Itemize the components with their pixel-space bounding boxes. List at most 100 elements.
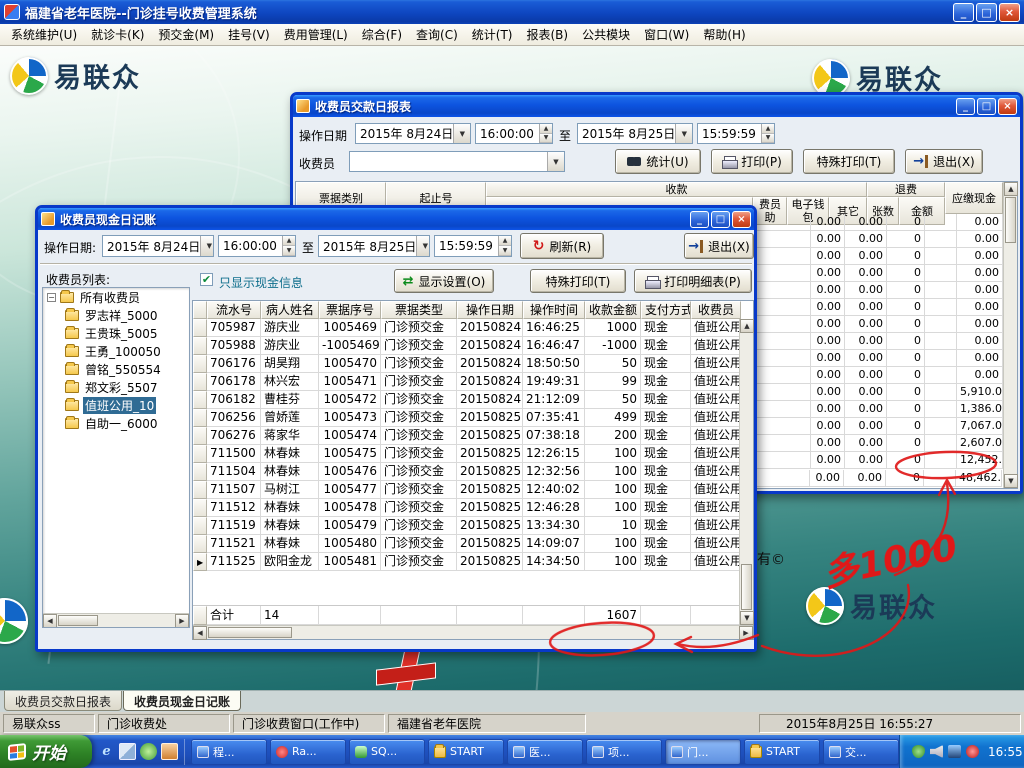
close-icon[interactable]: × bbox=[732, 210, 751, 228]
table-row[interactable]: 711519 林春妹 1005479 门诊预交金 20150825 13:34:30 10 现… bbox=[193, 517, 753, 535]
menu-item[interactable]: 就诊卡(K) bbox=[84, 24, 151, 45]
spin-up-icon[interactable]: ▲ bbox=[540, 124, 552, 134]
table-row[interactable]: 706276 蒋家华 1005474 门诊预交金 20150825 07:38:18 200… bbox=[193, 427, 753, 445]
stats-button[interactable]: 统计(U) bbox=[615, 149, 701, 174]
exit-button[interactable]: → 退出(X) bbox=[905, 149, 983, 174]
spin-down-icon[interactable]: ▼ bbox=[283, 246, 295, 256]
date-to-combo[interactable]: 2015年 8月25日 ▼ bbox=[577, 123, 693, 144]
time-from-spinner[interactable]: 16:00:00 ▲ ▼ bbox=[218, 235, 296, 257]
scrollbar-thumb[interactable] bbox=[58, 615, 98, 626]
taskbar-task[interactable]: 程... bbox=[191, 738, 267, 765]
row-selector[interactable] bbox=[193, 337, 207, 355]
scroll-right-icon[interactable]: ▶ bbox=[175, 614, 189, 627]
column-header[interactable]: 票据类型 bbox=[381, 301, 457, 319]
column-header[interactable]: 收费员 bbox=[691, 301, 741, 319]
table-row[interactable]: 705987 游庆业 1005469 门诊预交金 20150824 16:46:25 100… bbox=[193, 319, 753, 337]
report-window-title-bar[interactable]: 收费员交款日报表 _ □ × bbox=[293, 95, 1020, 117]
time-to-spinner[interactable]: 15:59:59 ▲ ▼ bbox=[434, 235, 512, 257]
scroll-right-icon[interactable]: ▶ bbox=[739, 626, 753, 640]
column-header[interactable]: 操作日期 bbox=[457, 301, 523, 319]
menu-item[interactable]: 统计(T) bbox=[465, 24, 520, 45]
print-detail-button[interactable]: 打印明细表(P) bbox=[634, 269, 752, 293]
tree-item[interactable]: 郑文彩_5507 bbox=[43, 378, 189, 396]
table-row[interactable]: 705988 游庆业 -1005469 门诊预交金 20150824 16:46:47 -1… bbox=[193, 337, 753, 355]
tray-shield-icon[interactable] bbox=[912, 745, 925, 758]
special-print-button[interactable]: 特殊打印(T) bbox=[530, 269, 626, 293]
table-row[interactable]: 706182 曹桂芬 1005472 门诊预交金 20150824 21:12:09 50 现… bbox=[193, 391, 753, 409]
menu-item[interactable]: 帮助(H) bbox=[696, 24, 752, 45]
tree-item[interactable]: 王勇_100050 bbox=[43, 342, 189, 360]
column-header[interactable]: 病人姓名 bbox=[261, 301, 319, 319]
row-selector[interactable] bbox=[193, 373, 207, 391]
table-row[interactable]: 706256 曾娇莲 1005473 门诊预交金 20150825 07:35:41 499… bbox=[193, 409, 753, 427]
row-selector[interactable] bbox=[193, 535, 207, 553]
date-to-combo[interactable]: 2015年 8月25日 ▼ bbox=[318, 235, 430, 257]
table-row[interactable]: 706178 林兴宏 1005471 门诊预交金 20150824 19:49:31 99 现… bbox=[193, 373, 753, 391]
taskbar-task[interactable]: 门... bbox=[665, 738, 741, 765]
minimize-icon[interactable]: _ bbox=[953, 2, 974, 22]
spin-up-icon[interactable]: ▲ bbox=[762, 124, 774, 134]
menu-item[interactable]: 报表(B) bbox=[519, 24, 575, 45]
refresh-button[interactable]: ↻ 刷新(R) bbox=[520, 233, 604, 259]
row-selector[interactable] bbox=[193, 391, 207, 409]
restore-icon[interactable]: □ bbox=[976, 2, 997, 22]
table-row[interactable]: ▶ 711525 欧阳金龙 1005481 门诊预交金 20150825 14:34:50 1… bbox=[193, 553, 753, 571]
maximize-icon[interactable]: □ bbox=[711, 210, 730, 228]
column-header[interactable]: 收款金额 bbox=[585, 301, 641, 319]
scroll-left-icon[interactable]: ◀ bbox=[193, 626, 207, 640]
table-row[interactable]: 711512 林春妹 1005478 门诊预交金 20150825 12:46:28 100… bbox=[193, 499, 753, 517]
close-icon[interactable]: × bbox=[999, 2, 1020, 22]
column-header-amount-due[interactable]: 应缴现金 bbox=[945, 182, 1003, 214]
network-icon[interactable] bbox=[948, 745, 961, 758]
row-selector[interactable] bbox=[193, 481, 207, 499]
taskbar-task[interactable]: 项... bbox=[586, 738, 662, 765]
scroll-down-icon[interactable]: ▼ bbox=[740, 611, 754, 625]
tree-root[interactable]: − 所有收费员 bbox=[43, 288, 189, 306]
row-selector[interactable] bbox=[193, 319, 207, 337]
spin-up-icon[interactable]: ▲ bbox=[499, 236, 511, 246]
table-row[interactable]: 711521 林春妹 1005480 门诊预交金 20150825 14:09:07 100… bbox=[193, 535, 753, 553]
quick-launch-icon[interactable] bbox=[140, 743, 157, 760]
table-horizontal-scrollbar[interactable]: ◀ ▶ bbox=[193, 625, 753, 640]
menu-item[interactable]: 挂号(V) bbox=[221, 24, 277, 45]
table-vertical-scrollbar[interactable]: ▲ ▼ bbox=[739, 319, 754, 625]
collapse-icon[interactable]: − bbox=[47, 292, 56, 302]
menu-item[interactable]: 窗口(W) bbox=[637, 24, 696, 45]
column-header[interactable]: 支付方式 bbox=[641, 301, 691, 319]
taskbar-task[interactable]: SQ... bbox=[349, 738, 425, 765]
scroll-down-icon[interactable]: ▼ bbox=[1004, 474, 1018, 488]
taskbar-task[interactable]: START bbox=[428, 738, 504, 765]
clock[interactable]: 16:55 bbox=[988, 745, 1023, 759]
bottom-tab[interactable]: 收费员交款日报表 bbox=[4, 691, 123, 711]
table-row[interactable]: 706176 胡昊翔 1005470 门诊预交金 20150824 18:50:50 50 现… bbox=[193, 355, 753, 373]
chevron-down-icon[interactable]: ▼ bbox=[453, 124, 470, 143]
row-selector[interactable] bbox=[193, 463, 207, 481]
taskbar-task[interactable]: 医... bbox=[507, 738, 583, 765]
minimize-icon[interactable]: _ bbox=[956, 97, 975, 115]
date-from-combo[interactable]: 2015年 8月24日 ▼ bbox=[102, 235, 214, 257]
row-selector[interactable] bbox=[193, 499, 207, 517]
chevron-down-icon[interactable]: ▼ bbox=[200, 236, 213, 256]
column-header[interactable]: 操作时间 bbox=[523, 301, 585, 319]
print-button[interactable]: 打印(P) bbox=[711, 149, 793, 174]
column-header[interactable]: 流水号 bbox=[207, 301, 261, 319]
spin-down-icon[interactable]: ▼ bbox=[540, 133, 552, 143]
chevron-down-icon[interactable]: ▼ bbox=[547, 152, 564, 171]
spin-down-icon[interactable]: ▼ bbox=[499, 246, 511, 256]
time-from-spinner[interactable]: 16:00:00 ▲ ▼ bbox=[475, 123, 553, 144]
tree-item[interactable]: 值班公用_10 bbox=[43, 396, 189, 414]
menu-item[interactable]: 费用管理(L) bbox=[277, 24, 355, 45]
volume-icon[interactable] bbox=[930, 745, 943, 758]
menu-item[interactable]: 公共模块 bbox=[575, 24, 637, 45]
cash-only-checkbox[interactable]: ✔ bbox=[200, 273, 213, 286]
taskbar-task[interactable]: 交... bbox=[823, 738, 899, 765]
date-from-combo[interactable]: 2015年 8月24日 ▼ bbox=[355, 123, 471, 144]
spin-down-icon[interactable]: ▼ bbox=[762, 133, 774, 143]
scrollbar-thumb[interactable] bbox=[741, 564, 752, 610]
spin-up-icon[interactable]: ▲ bbox=[283, 236, 295, 246]
table-row[interactable]: 711504 林春妹 1005476 门诊预交金 20150825 12:32:56 100… bbox=[193, 463, 753, 481]
table-row[interactable]: 711507 马树江 1005477 门诊预交金 20150825 12:40:02 100… bbox=[193, 481, 753, 499]
chevron-down-icon[interactable]: ▼ bbox=[675, 124, 692, 143]
row-selector[interactable] bbox=[193, 355, 207, 373]
menu-item[interactable]: 综合(F) bbox=[355, 24, 409, 45]
